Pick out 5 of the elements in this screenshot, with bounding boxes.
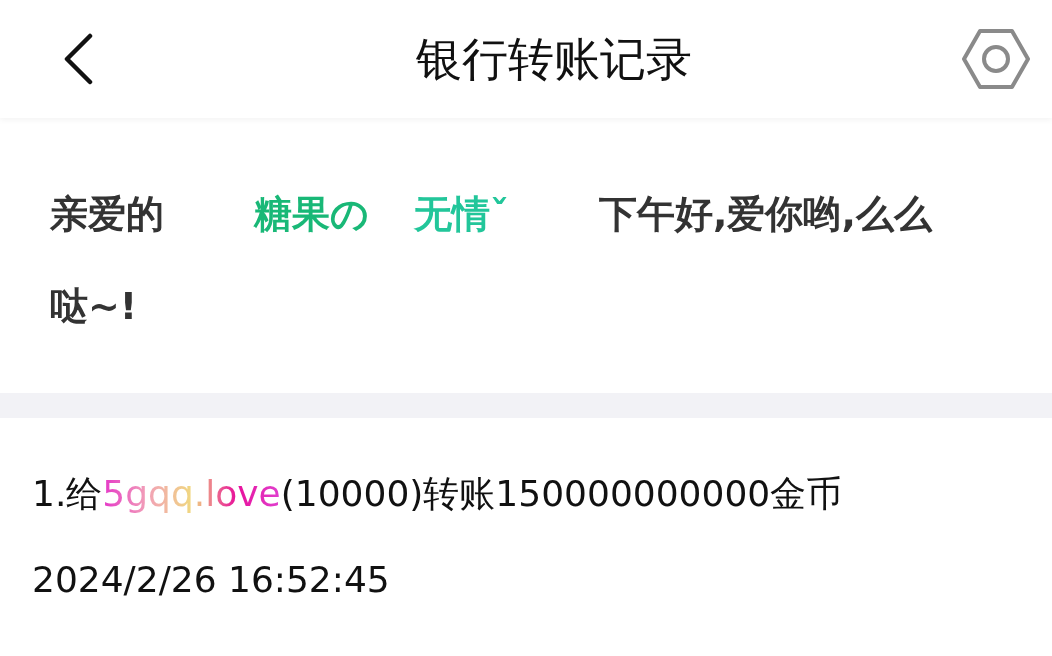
record-text: (10000)转账150000000000金币 <box>280 472 843 516</box>
record-time: 2024/2/26 16:52:45 <box>32 558 390 602</box>
greeting-text: 亲爱的 糖果の 无情ˇ 下午好,爱你哟,么么哒~! <box>50 191 934 330</box>
record-text: 1.给 <box>32 472 103 516</box>
page-title: 银行转账记录 <box>416 36 692 82</box>
